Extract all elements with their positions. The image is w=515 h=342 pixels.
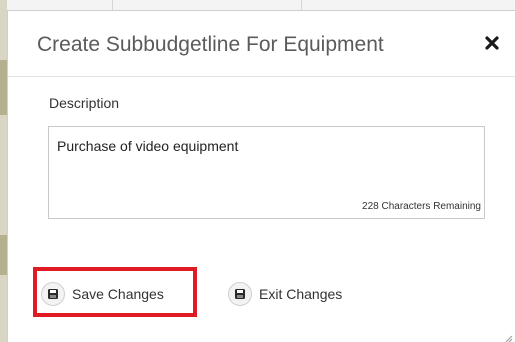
floppy-disk-icon [41,282,65,306]
exit-changes-label: Exit Changes [259,286,343,302]
characters-remaining: 228 Characters Remaining [362,201,481,212]
description-value: Purchase of video equipment [57,138,239,154]
screen: Create Subbudgetline For Equipment Descr… [0,0,515,342]
background-divider [112,0,113,10]
background-page-strip [0,0,515,10]
description-textarea[interactable]: Purchase of video equipment 228 Characte… [48,126,485,219]
resize-grip[interactable] [503,330,513,342]
background-divider [301,0,302,10]
dialog-header: Create Subbudgetline For Equipment [8,11,515,77]
background-segment [0,60,7,115]
background-segment [0,235,7,275]
dialog-title: Create Subbudgetline For Equipment [37,33,384,56]
exit-changes-button[interactable]: Exit Changes [228,282,342,306]
background-left-strip [0,0,7,342]
save-changes-label: Save Changes [72,286,164,302]
close-button[interactable] [484,35,500,51]
description-label: Description [49,95,120,111]
save-changes-button[interactable]: Save Changes [41,282,164,306]
floppy-disk-icon [228,282,252,306]
close-icon [485,36,499,50]
